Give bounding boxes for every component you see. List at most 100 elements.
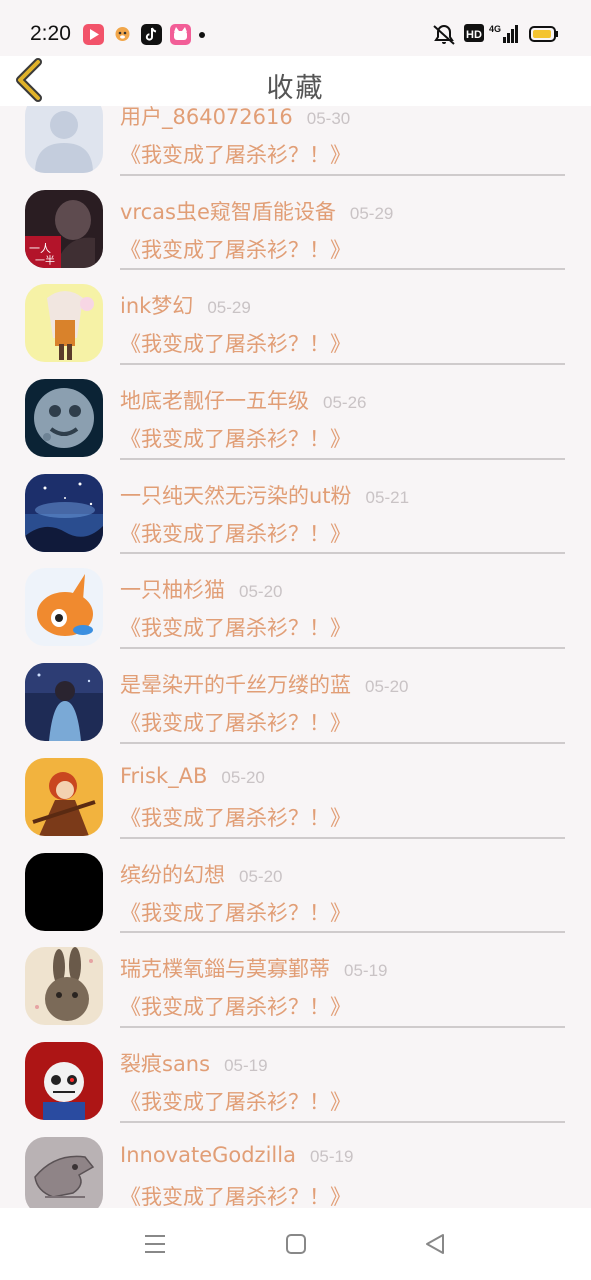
- row-divider: [120, 741, 565, 744]
- user-line: 用户_864072616 05-30: [120, 104, 350, 131]
- user-line: Frisk_AB 05-20: [120, 764, 265, 788]
- favorite-list-item[interactable]: 一只纯天然无污染的ut粉 05-21 《我变成了屠杀衫？！》: [0, 466, 591, 561]
- back-triangle-icon: [426, 1234, 444, 1254]
- user-avatar[interactable]: [25, 663, 103, 742]
- user-avatar[interactable]: [25, 473, 103, 552]
- svg-text:4G: 4G: [489, 24, 501, 34]
- favorites-list[interactable]: 用户_864072616 05-30 《我变成了屠杀衫？！》 一人 一半 vrcas虫e窥…: [0, 104, 591, 1208]
- battery-icon: [529, 26, 558, 42]
- work-title[interactable]: 《我变成了屠杀衫？！》: [120, 1086, 351, 1116]
- user-name[interactable]: 地底老靓仔一五年级: [120, 389, 309, 413]
- favorite-date: 05-29: [207, 298, 251, 318]
- header-bar: 收藏: [0, 56, 591, 106]
- hd-icon: HD: [464, 24, 484, 42]
- user-name[interactable]: 用户_864072616: [120, 105, 293, 129]
- user-name[interactable]: 缤纷的幻想: [120, 863, 225, 887]
- favorite-list-item[interactable]: 裂痕sans 05-19 《我变成了屠杀衫？！》: [0, 1034, 591, 1129]
- user-avatar[interactable]: [25, 757, 103, 836]
- user-line: 是晕染开的千丝万缕的蓝 05-20: [120, 669, 408, 699]
- row-divider: [120, 457, 565, 460]
- user-avatar[interactable]: [25, 852, 103, 931]
- favorite-list-item[interactable]: 缤纷的幻想 05-20 《我变成了屠杀衫？！》: [0, 845, 591, 940]
- favorite-list-item[interactable]: Frisk_AB 05-20 《我变成了屠杀衫？！》: [0, 750, 591, 845]
- work-title[interactable]: 《我变成了屠杀衫？！》: [120, 234, 351, 264]
- favorite-list-item[interactable]: 一人 一半 vrcas虫e窥智盾能设备 05-29 《我变成了屠杀衫？！》: [0, 182, 591, 277]
- work-title[interactable]: 《我变成了屠杀衫？！》: [120, 518, 351, 548]
- row-divider: [120, 647, 565, 650]
- work-title[interactable]: 《我变成了屠杀衫？！》: [120, 897, 351, 927]
- blue-girl-avatar: [25, 663, 103, 742]
- favorite-date: 05-19: [344, 961, 388, 981]
- work-title[interactable]: 《我变成了屠杀衫？！》: [120, 139, 351, 169]
- svg-text:一人: 一人: [29, 242, 51, 255]
- work-title[interactable]: 《我变成了屠杀衫？！》: [120, 612, 351, 642]
- user-avatar[interactable]: [25, 568, 103, 647]
- user-avatar[interactable]: [25, 1136, 103, 1208]
- work-title[interactable]: 《我变成了屠杀衫？！》: [120, 707, 351, 737]
- work-title[interactable]: 《我变成了屠杀衫？！》: [120, 328, 351, 358]
- favorite-date: 05-19: [224, 1055, 268, 1075]
- user-avatar[interactable]: 一人 一半: [25, 189, 103, 268]
- favorite-list-item[interactable]: 瑞克樸氧錙与莫寡鄞蒂 05-19 《我变成了屠杀衫？！》: [0, 939, 591, 1034]
- page-title: 收藏: [266, 73, 325, 104]
- favorite-date: 05-26: [323, 393, 367, 413]
- user-name[interactable]: 瑞克樸氧錙与莫寡鄞蒂: [120, 957, 330, 981]
- back-nav-button[interactable]: [423, 1232, 447, 1256]
- status-time: 2:20: [30, 22, 71, 45]
- dark-portrait-avatar: 一人一半: [25, 189, 103, 268]
- work-title[interactable]: 《我变成了屠杀衫？！》: [120, 1181, 351, 1208]
- user-name[interactable]: 一只柚杉猫: [120, 578, 225, 602]
- row-divider: [120, 363, 565, 366]
- favorite-list-item[interactable]: 地底老靓仔一五年级 05-26 《我变成了屠杀衫？！》: [0, 371, 591, 466]
- work-title[interactable]: 《我变成了屠杀衫？！》: [120, 423, 351, 453]
- network-4g-icon: 4G: [489, 24, 518, 43]
- favorite-date: 05-20: [239, 582, 283, 602]
- anime-girl-avatar: [25, 284, 103, 363]
- user-avatar[interactable]: [25, 379, 103, 458]
- home-button[interactable]: [284, 1232, 308, 1256]
- navigation-bar: [0, 1208, 591, 1280]
- user-line: 地底老靓仔一五年级 05-26: [120, 385, 366, 415]
- svg-text:一半: 一半: [35, 254, 55, 267]
- user-name[interactable]: vrcas虫e窥智盾能设备: [120, 200, 336, 224]
- menu-icon: [145, 1235, 165, 1253]
- favorite-list-item[interactable]: 用户_864072616 05-30 《我变成了屠杀衫？！》: [0, 104, 591, 182]
- favorite-date: 05-20: [365, 677, 409, 697]
- user-line: 瑞克樸氧錙与莫寡鄞蒂 05-19: [120, 953, 387, 983]
- favorite-list-item[interactable]: 一只柚杉猫 05-20 《我变成了屠杀衫？！》: [0, 560, 591, 655]
- menu-button[interactable]: [143, 1232, 167, 1256]
- favorite-date: 05-30: [306, 109, 351, 128]
- user-avatar[interactable]: [25, 284, 103, 363]
- user-name[interactable]: Frisk_AB: [120, 764, 207, 788]
- favorite-list-item[interactable]: InnovateGodzilla 05-19 《我变成了屠杀衫？！》: [0, 1129, 591, 1208]
- user-line: 一只纯天然无污染的ut粉 05-21: [120, 480, 409, 510]
- red-sans-avatar: [25, 1041, 103, 1120]
- user-line: 一只柚杉猫 05-20: [120, 574, 282, 604]
- favorite-list-item[interactable]: 是晕染开的千丝万缕的蓝 05-20 《我变成了屠杀衫？！》: [0, 655, 591, 750]
- user-name[interactable]: 一只纯天然无污染的ut粉: [120, 484, 352, 508]
- user-name[interactable]: 是晕染开的千丝万缕的蓝: [120, 673, 351, 697]
- default-avatar: [25, 104, 103, 173]
- dog-app-icon: [112, 24, 133, 45]
- user-name[interactable]: ink梦幻: [120, 294, 193, 318]
- user-avatar[interactable]: [25, 104, 103, 173]
- row-divider: [120, 552, 565, 555]
- favorite-date: 05-29: [349, 203, 394, 223]
- dragon-sketch-avatar: [25, 1136, 103, 1208]
- moon-face-avatar: [25, 379, 103, 458]
- user-name[interactable]: InnovateGodzilla: [120, 1143, 296, 1167]
- work-title[interactable]: 《我变成了屠杀衫？！》: [120, 991, 351, 1021]
- favorite-date: 05-20: [221, 767, 265, 787]
- row-divider: [120, 268, 565, 271]
- row-divider: [120, 1025, 565, 1028]
- video-app-icon: [83, 24, 104, 45]
- row-divider: [120, 931, 565, 934]
- row-divider: [120, 1120, 565, 1123]
- favorite-list-item[interactable]: ink梦幻 05-29 《我变成了屠杀衫？！》: [0, 276, 591, 371]
- user-avatar[interactable]: [25, 1041, 103, 1120]
- user-avatar[interactable]: [25, 947, 103, 1026]
- night-sky-avatar: [25, 473, 103, 552]
- user-name[interactable]: 裂痕sans: [120, 1052, 210, 1076]
- favorite-date: 05-20: [239, 866, 283, 886]
- work-title[interactable]: 《我变成了屠杀衫？！》: [120, 802, 351, 832]
